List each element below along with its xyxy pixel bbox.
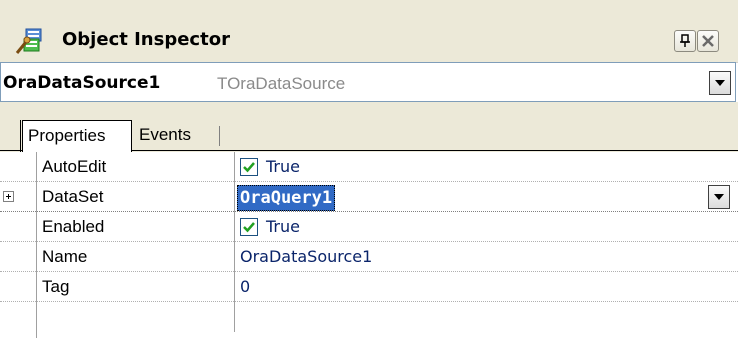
chevron-down-icon (714, 194, 724, 200)
tab-separator (219, 126, 220, 146)
property-name: AutoEdit (42, 157, 107, 176)
property-value: True (266, 157, 300, 176)
tab-left-edge (20, 120, 21, 152)
checkmark-icon (243, 162, 255, 173)
property-value[interactable]: OraDataSource1 (240, 247, 372, 266)
autoedit-checkbox[interactable] (240, 158, 258, 176)
selected-object-type: TOraDataSource (217, 74, 346, 93)
pin-button[interactable] (674, 30, 696, 52)
dataset-value-editor[interactable]: OraQuery1 (237, 185, 336, 211)
property-name: Enabled (42, 217, 105, 236)
property-value: True (266, 217, 300, 236)
property-row-dataset[interactable]: DataSet OraQuery1 (0, 182, 738, 212)
object-selector[interactable]: OraDataSource1 TOraDataSource (0, 62, 736, 102)
property-value[interactable]: 0 (240, 277, 250, 296)
property-row-autoedit[interactable]: AutoEdit True (0, 152, 738, 182)
property-row-name[interactable]: Name OraDataSource1 (0, 242, 738, 272)
property-name: DataSet (42, 187, 104, 206)
object-selector-dropdown-button[interactable] (709, 71, 731, 95)
window-title: Object Inspector (62, 29, 230, 50)
checkmark-icon (243, 222, 255, 233)
dataset-dropdown-button[interactable] (708, 185, 730, 209)
expand-plus-icon[interactable] (3, 191, 14, 202)
property-row-enabled[interactable]: Enabled True (0, 212, 738, 242)
chevron-down-icon (715, 80, 725, 86)
pin-icon (680, 34, 690, 47)
tab-events[interactable]: Events (134, 120, 220, 150)
property-name: Tag (42, 277, 70, 296)
tab-properties[interactable]: Properties (22, 120, 132, 152)
title-bar[interactable]: Object Inspector (0, 20, 738, 63)
selected-object-name: OraDataSource1 (3, 73, 161, 93)
top-strip (0, 0, 738, 20)
enabled-checkbox[interactable] (240, 218, 258, 236)
close-icon (702, 35, 714, 47)
property-name: Name (42, 247, 88, 266)
object-inspector-icon (14, 26, 44, 56)
property-row-tag[interactable]: Tag 0 (0, 272, 738, 302)
close-button[interactable] (697, 30, 719, 52)
